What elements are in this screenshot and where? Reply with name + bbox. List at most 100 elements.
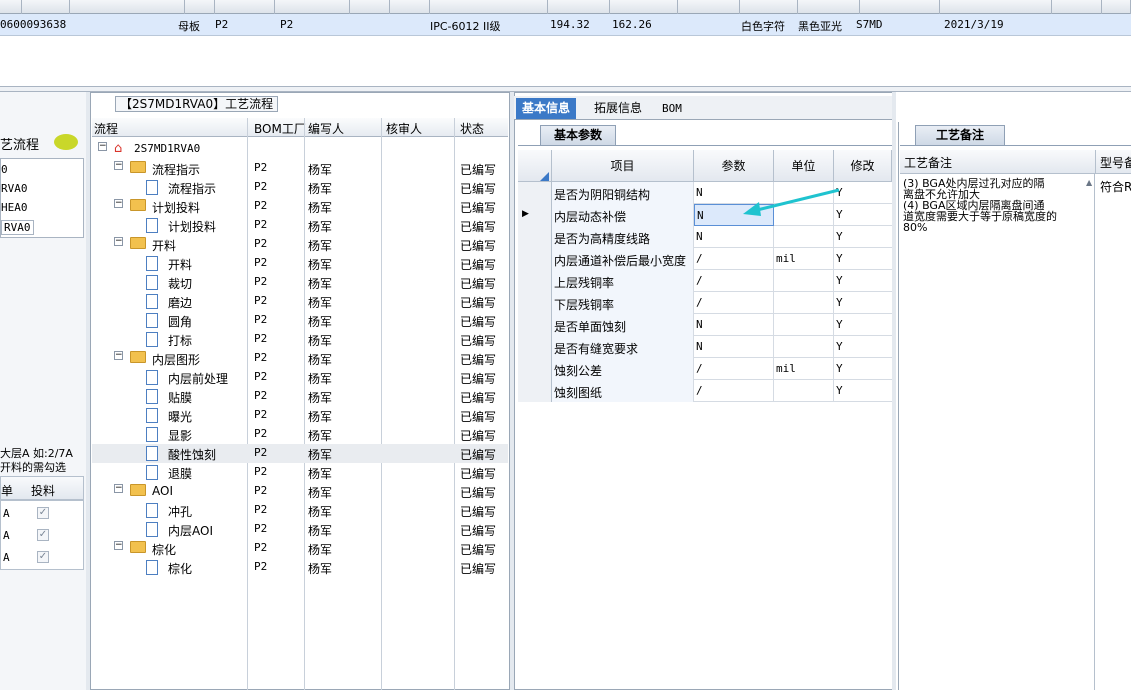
col-header-status[interactable]: 状态 — [460, 120, 484, 137]
table-row[interactable]: 下层残铜率 / Y — [518, 292, 892, 314]
table-row[interactable]: A — [3, 529, 10, 542]
checkbox[interactable]: ✓ — [37, 551, 49, 563]
tree-root[interactable]: − ⌂ 2S7MD1RVA0 — [92, 140, 508, 159]
row-indicator[interactable] — [518, 336, 552, 358]
col-header[interactable] — [740, 0, 798, 14]
basic-params-tab[interactable]: 基本参数 — [540, 125, 616, 145]
tree-row[interactable]: 流程指示 P2 杨军 已编写 — [92, 178, 508, 197]
collapse-icon[interactable]: − — [114, 237, 123, 246]
col-header-unit[interactable]: 单位 — [774, 150, 834, 182]
param-cell[interactable]: / — [694, 248, 774, 270]
item-cell[interactable]: 是否为高精度线路 — [552, 226, 694, 248]
col-header[interactable] — [1102, 0, 1131, 14]
param-cell[interactable]: / — [694, 380, 774, 402]
col-header-editor[interactable]: 编写人 — [308, 120, 344, 137]
param-cell[interactable]: N — [694, 336, 774, 358]
table-row[interactable]: 是否为高精度线路 N Y — [518, 226, 892, 248]
unit-cell[interactable] — [774, 336, 834, 358]
checkbox[interactable]: ✓ — [37, 507, 49, 519]
param-cell[interactable]: N — [694, 226, 774, 248]
row-indicator[interactable] — [518, 380, 552, 402]
list-item[interactable]: HEA0 — [1, 201, 28, 214]
item-cell[interactable]: 下层残铜率 — [552, 292, 694, 314]
col-header[interactable] — [185, 0, 215, 14]
unit-cell[interactable] — [774, 292, 834, 314]
scroll-up-icon[interactable]: ▲ — [1086, 178, 1092, 187]
tree-row[interactable]: 贴膜 P2 杨军 已编写 — [92, 387, 508, 406]
item-cell[interactable]: 内层通道补偿后最小宽度 — [552, 248, 694, 270]
list-item[interactable]: RVA0 — [1, 220, 34, 235]
col-header-model[interactable] — [22, 0, 70, 14]
col-header[interactable] — [678, 0, 740, 14]
collapse-icon[interactable]: − — [114, 161, 123, 170]
tree-row[interactable]: 磨边 P2 杨军 已编写 — [92, 292, 508, 311]
row-indicator[interactable] — [518, 270, 552, 292]
row-indicator[interactable] — [518, 358, 552, 380]
col-header-flow[interactable]: 流程 — [94, 120, 118, 137]
col-header[interactable] — [390, 0, 430, 14]
param-cell[interactable]: N — [694, 314, 774, 336]
table-row[interactable]: 是否有缝宽要求 N Y — [518, 336, 892, 358]
unit-cell[interactable] — [774, 226, 834, 248]
col-header[interactable] — [798, 0, 860, 14]
checkbox[interactable]: ✓ — [37, 529, 49, 541]
tab-bom[interactable]: BOM — [656, 98, 688, 119]
table-row[interactable]: A — [3, 551, 10, 564]
col-header[interactable] — [860, 0, 940, 14]
tree-row[interactable]: − 流程指示 P2 杨军 已编写 — [92, 159, 508, 178]
tab-extended-info[interactable]: 拓展信息 — [588, 98, 648, 119]
vertical-splitter[interactable] — [510, 92, 514, 690]
tree-row[interactable]: 开料 P2 杨军 已编写 — [92, 254, 508, 273]
col-header[interactable] — [1052, 0, 1102, 14]
col-header[interactable] — [548, 0, 610, 14]
col-header[interactable] — [0, 0, 22, 14]
unit-cell[interactable] — [774, 270, 834, 292]
tree-row[interactable]: 棕化 P2 杨军 已编写 — [92, 558, 508, 577]
tree-row[interactable]: 曝光 P2 杨军 已编写 — [92, 406, 508, 425]
top-grid-row[interactable]: 0600093638 母板 P2 P2 IPC-6012 II级 194.32 … — [0, 14, 1131, 36]
col-header-item[interactable]: 项目 — [552, 150, 694, 182]
tree-row[interactable]: − 棕化 P2 杨军 已编写 — [92, 539, 508, 558]
table-row[interactable]: 蚀刻图纸 / Y — [518, 380, 892, 402]
collapse-icon[interactable]: − — [114, 351, 123, 360]
item-cell[interactable]: 上层残铜率 — [552, 270, 694, 292]
tree-row[interactable]: − AOI P2 杨军 已编写 — [92, 482, 508, 501]
collapse-icon[interactable]: − — [114, 199, 123, 208]
item-cell[interactable]: 内层动态补偿 — [552, 204, 694, 226]
col-header-param[interactable]: 参数 — [694, 150, 774, 182]
unit-cell[interactable]: mil — [774, 248, 834, 270]
param-cell[interactable]: / — [694, 292, 774, 314]
col-header[interactable] — [350, 0, 390, 14]
collapse-icon[interactable]: − — [114, 541, 123, 550]
item-cell[interactable]: 蚀刻图纸 — [552, 380, 694, 402]
row-indicator[interactable] — [518, 226, 552, 248]
unit-cell[interactable] — [774, 314, 834, 336]
table-row[interactable]: 是否单面蚀刻 N Y — [518, 314, 892, 336]
col-header-notes[interactable]: 工艺备注 — [904, 154, 952, 171]
tree-row[interactable]: 内层前处理 P2 杨军 已编写 — [92, 368, 508, 387]
tab-basic-info[interactable]: 基本信息 — [516, 98, 577, 119]
item-cell[interactable]: 是否为阴阳铜结构 — [552, 182, 694, 204]
tree-row[interactable]: − 内层图形 P2 杨军 已编写 — [92, 349, 508, 368]
collapse-icon[interactable]: − — [98, 142, 107, 151]
col-header-model-notes[interactable]: 型号备 — [1100, 154, 1131, 171]
col-header[interactable] — [275, 0, 350, 14]
tree-row[interactable]: 打标 P2 杨军 已编写 — [92, 330, 508, 349]
table-row[interactable]: 内层通道补偿后最小宽度 / mil Y — [518, 248, 892, 270]
tree-row[interactable]: 圆角 P2 杨军 已编写 — [92, 311, 508, 330]
table-row[interactable]: 蚀刻公差 / mil Y — [518, 358, 892, 380]
notes-cell[interactable]: (3) BGA处内层过孔对应的隔 离盘不允许加大 (4) BGA区域内层隔离盘间… — [900, 174, 1095, 690]
tree-row[interactable]: − 开料 P2 杨军 已编写 — [92, 235, 508, 254]
speech-bubble-icon[interactable] — [54, 134, 78, 150]
tree-row[interactable]: 内层AOI P2 杨军 已编写 — [92, 520, 508, 539]
list-item[interactable]: 0 — [1, 163, 8, 176]
item-cell[interactable]: 蚀刻公差 — [552, 358, 694, 380]
col-header[interactable] — [215, 0, 275, 14]
tree-row[interactable]: 裁切 P2 杨军 已编写 — [92, 273, 508, 292]
col-header[interactable] — [430, 0, 548, 14]
row-indicator[interactable] — [518, 182, 552, 204]
col-header-modify[interactable]: 修改 — [834, 150, 892, 182]
process-notes-tab[interactable]: 工艺备注 — [915, 125, 1005, 145]
col-header[interactable] — [940, 0, 1052, 14]
col-header-bom[interactable]: BOM工厂 — [254, 120, 306, 137]
